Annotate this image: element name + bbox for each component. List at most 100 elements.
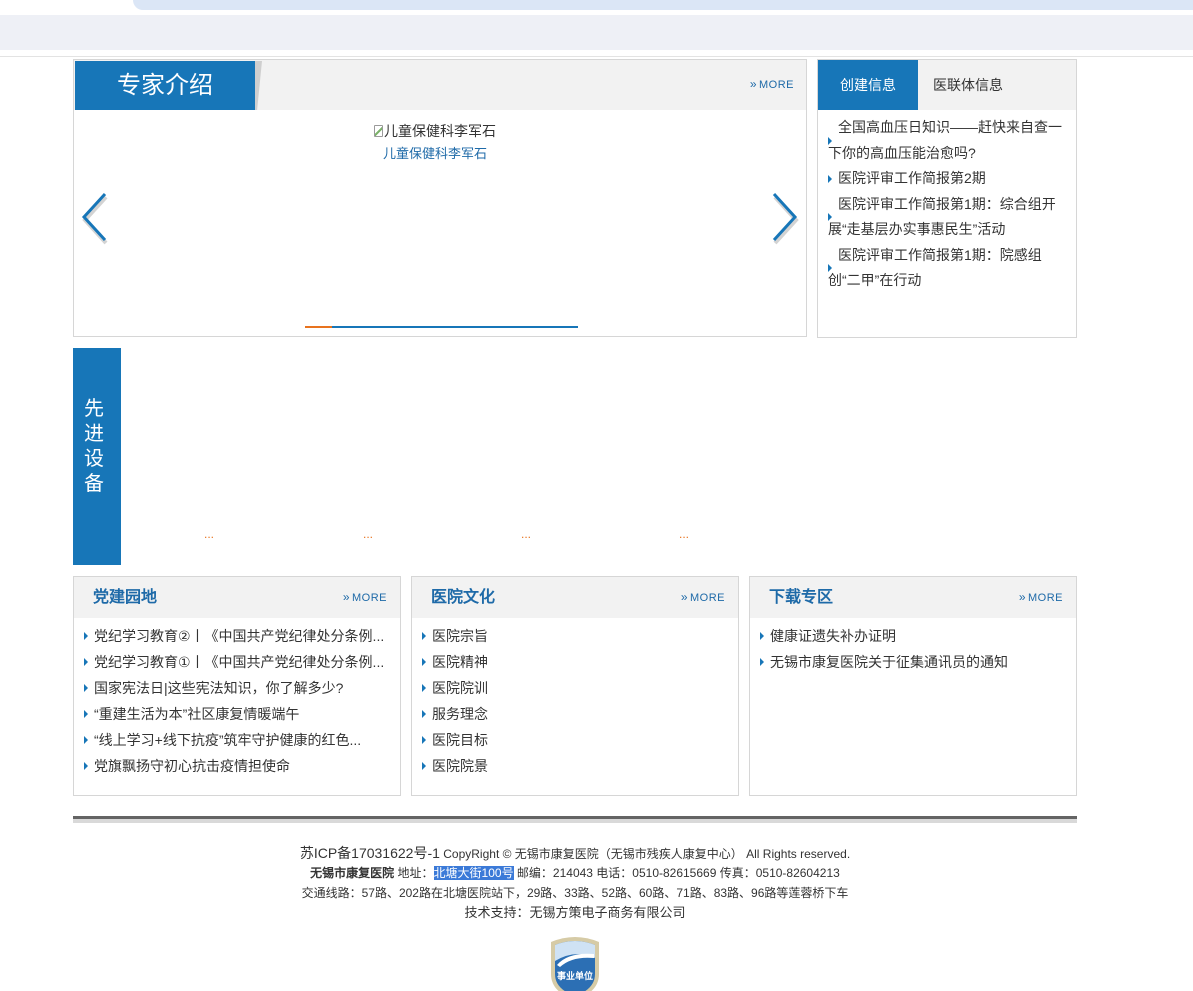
list-item-link[interactable]: “线上学习+线下抗疫”筑牢守护健康的红色... [94,732,361,748]
party-building-list: 党纪学习教育②丨《中国共产党纪律处分条例... 党纪学习教育①丨《中国共产党纪律… [84,623,386,779]
triangle-right-icon [422,632,426,640]
expert-name-link[interactable]: 儿童保健科李军石 [107,146,763,162]
expert-photo[interactable]: 儿童保健科李军石 [374,122,496,140]
tab-medical-alliance-info[interactable]: 医联体信息 [918,60,1018,110]
triangle-right-icon [422,710,426,718]
list-item-link[interactable]: 医院评审工作简报第1期：院感组创“二甲”在行动 [828,247,1042,289]
list-item-link[interactable]: 党旗飘扬守初心抗击疫情担使命 [94,758,290,774]
list-item[interactable]: 党旗飘扬守初心抗击疫情担使命 [84,753,386,779]
downloads-list: 健康证遗失补办证明 无锡市康复医院关于征集通讯员的通知 [760,623,1062,675]
party-building-panel: 党建园地 MORE 党纪学习教育②丨《中国共产党纪律处分条例... 党纪学习教育… [73,576,401,796]
list-item-link[interactable]: 全国高血压日知识——赶快来自查一下你的高血压能治愈吗? [828,119,1062,161]
tab-creation-info[interactable]: 创建信息 [818,60,918,110]
list-item-link[interactable]: 医院评审工作简报第1期：综合组开展“走基层办实事惠民生”活动 [828,196,1056,238]
list-item[interactable]: 医院宗旨 [422,623,724,649]
triangle-right-icon [828,174,832,183]
triangle-right-icon [828,264,832,272]
equipment-caption[interactable]: ... [338,527,398,541]
list-item[interactable]: 医院精神 [422,649,724,675]
footer-support-line: 技术支持：无锡方策电子商务有限公司 [73,903,1077,923]
list-item-link[interactable]: 无锡市康复医院关于征集通讯员的通知 [770,654,1008,670]
contact-info: 邮编：214043 电话：0510-82615669 传真：0510-82604… [516,866,840,880]
news-tabs: 创建信息 医联体信息 [818,60,1076,110]
news-list: 全国高血压日知识——赶快来自查一下你的高血压能治愈吗? 医院评审工作简报第2期 … [828,115,1066,294]
equipment-section-label: 先进设备 [73,348,121,565]
list-item[interactable]: 医院院训 [422,675,724,701]
triangle-right-icon [422,658,426,666]
list-item[interactable]: “线上学习+线下抗疫”筑牢守护健康的红色... [84,727,386,753]
list-item-link[interactable]: 医院院训 [432,680,488,696]
triangle-right-icon [760,632,764,640]
more-label: MORE [690,592,725,604]
badge-label: 事业单位 [557,970,593,982]
equipment-caption[interactable]: ... [179,527,239,541]
list-item-link[interactable]: 医院宗旨 [432,628,488,644]
expert-panel-header: 专家介绍 MORE [74,60,806,110]
list-item-link[interactable]: 医院精神 [432,654,488,670]
panel-title: 党建园地 [93,589,158,606]
list-item-link[interactable]: 医院目标 [432,732,488,748]
panel-title: 医院文化 [431,589,496,606]
transit-info: 交通线路：57路、202路在北塘医院站下，29路、33路、52路、60路、71路… [301,886,849,900]
list-item[interactable]: 全国高血压日知识——赶快来自查一下你的高血压能治愈吗? [828,115,1066,166]
downloads-more-link[interactable]: MORE [1019,591,1063,604]
list-item[interactable]: 无锡市康复医院关于征集通讯员的通知 [760,649,1062,675]
list-item[interactable]: 医院评审工作简报第1期：院感组创“二甲”在行动 [828,243,1066,294]
hospital-name: 无锡市康复医院 [310,866,395,880]
title-tab-shadow [255,61,262,110]
carousel-progress-fill [305,326,333,328]
carousel-next-button[interactable] [771,191,799,245]
footer: 苏ICP备17031622号-1 CopyRight © 无锡市康复医院（无锡市… [73,843,1077,923]
list-item[interactable]: 国家宪法日|这些宪法知识，你了解多少? [84,675,386,701]
list-item-link[interactable]: 服务理念 [432,706,488,722]
more-label: MORE [1028,592,1063,604]
panel-title: 下载专区 [769,589,834,606]
list-item-link[interactable]: 健康证遗失补办证明 [770,628,896,644]
page: 专家介绍 MORE 儿童保健科李军石 儿童保健科李军石 创建信息 [0,0,1193,991]
list-item[interactable]: 医院评审工作简报第2期 [828,166,1066,192]
icp-link[interactable]: 苏ICP备17031622号-1 [300,845,440,861]
list-item-link[interactable]: 医院评审工作简报第2期 [838,170,986,186]
list-item[interactable]: 医院院景 [422,753,724,779]
more-label: MORE [352,592,387,604]
triangle-right-icon [84,762,88,770]
support-label: 技术支持： [464,905,530,920]
party-building-more-link[interactable]: MORE [343,591,387,604]
news-panel: 创建信息 医联体信息 全国高血压日知识——赶快来自查一下你的高血压能治愈吗? 医… [817,59,1077,338]
list-item-link[interactable]: 党纪学习教育②丨《中国共产党纪律处分条例... [94,628,384,644]
triangle-right-icon [84,658,88,666]
list-item-link[interactable]: 医院院景 [432,758,488,774]
triangle-right-icon [84,736,88,744]
list-item-link[interactable]: 党纪学习教育①丨《中国共产党纪律处分条例... [94,654,384,670]
list-item-link[interactable]: “重建生活为本”社区康复情暖端午 [94,706,299,722]
equipment-caption[interactable]: ... [654,527,714,541]
triangle-right-icon [828,136,832,145]
list-item[interactable]: 医院目标 [422,727,724,753]
top-banner-edge [133,0,1193,10]
address-value: 北塘大街100号 [433,866,514,880]
expert-more-link[interactable]: MORE [750,78,794,91]
equipment-caption[interactable]: ... [496,527,556,541]
carousel-progress [305,326,578,328]
list-item[interactable]: “重建生活为本”社区康复情暖端午 [84,701,386,727]
list-item[interactable]: 党纪学习教育①丨《中国共产党纪律处分条例... [84,649,386,675]
list-item-link[interactable]: 国家宪法日|这些宪法知识，你了解多少? [94,680,343,696]
hospital-culture-more-link[interactable]: MORE [681,591,725,604]
list-item[interactable]: 医院评审工作简报第1期：综合组开展“走基层办实事惠民生”活动 [828,192,1066,243]
triangle-right-icon [422,736,426,744]
address-label: 地址： [397,866,434,880]
double-chevron-right-icon [681,592,690,604]
chevron-left-icon [81,192,108,245]
support-company-link[interactable]: 无锡方策电子商务有限公司 [530,905,686,920]
expert-photo-alt: 儿童保健科李军石 [384,123,496,139]
list-item[interactable]: 健康证遗失补办证明 [760,623,1062,649]
public-institution-badge-icon: 事业单位 [551,937,599,991]
public-institution-badge[interactable]: 事业单位 [548,934,602,991]
carousel-prev-button[interactable] [80,191,108,245]
more-label: MORE [759,79,794,91]
triangle-right-icon [422,684,426,692]
footer-divider [73,816,1077,823]
list-item[interactable]: 党纪学习教育②丨《中国共产党纪律处分条例... [84,623,386,649]
double-chevron-right-icon [750,79,759,91]
list-item[interactable]: 服务理念 [422,701,724,727]
